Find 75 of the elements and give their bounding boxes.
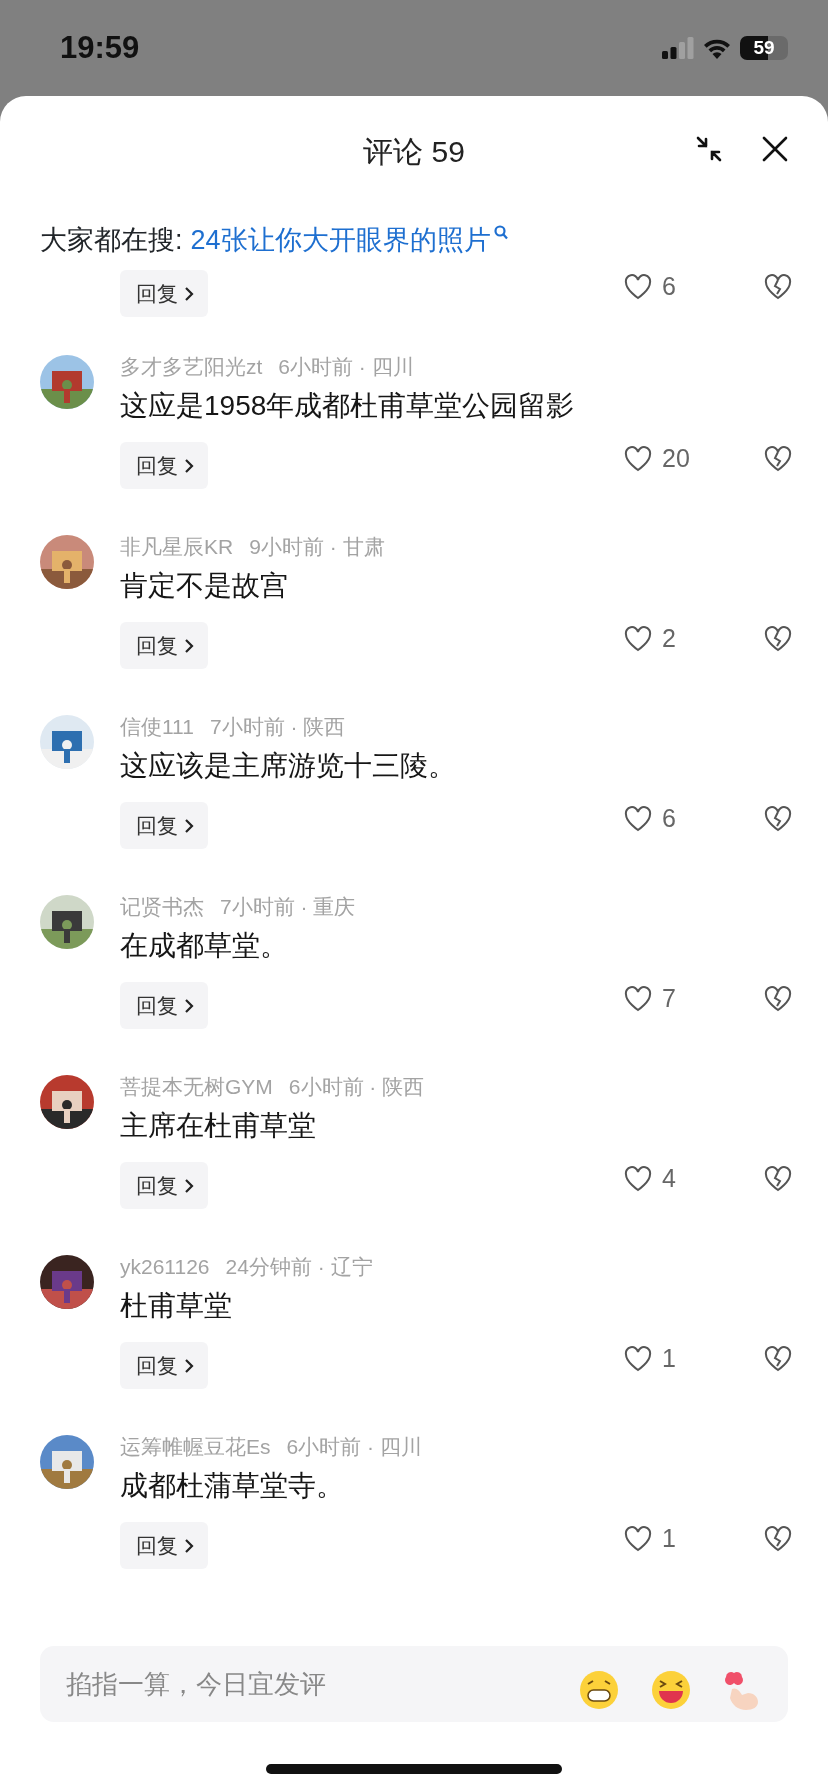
broken-heart-icon[interactable] bbox=[764, 986, 792, 1012]
comment-text: 主席在杜甫草堂 bbox=[120, 1109, 317, 1143]
like-count: 4 bbox=[662, 1163, 677, 1195]
comment-text: 肯定不是故宫 bbox=[120, 569, 289, 603]
input-field[interactable]: 掐指一算，今日宜发评 bbox=[64, 1663, 528, 1705]
username: 菩提本无树GYM bbox=[120, 1074, 273, 1100]
broken-heart-icon[interactable] bbox=[764, 626, 792, 652]
like-count: 6 bbox=[662, 271, 677, 303]
chevron-right-icon bbox=[184, 457, 194, 474]
reply-button[interactable]: 回复 bbox=[120, 622, 208, 669]
wifi-icon bbox=[702, 37, 732, 59]
broken-heart-icon[interactable] bbox=[764, 1166, 792, 1192]
like-count: 6 bbox=[662, 803, 677, 835]
comment-text: 这应该是主席游览十三陵。 bbox=[120, 749, 457, 783]
username: 信使111 bbox=[120, 714, 194, 740]
like-count: 1 bbox=[662, 1343, 677, 1375]
like-count: 2 bbox=[662, 623, 677, 655]
chevron-right-icon bbox=[184, 637, 194, 654]
like-count: 20 bbox=[662, 443, 691, 475]
grin-emoji-icon[interactable] bbox=[578, 1669, 620, 1711]
post-time-location: 6小时前 · 四川 bbox=[286, 1434, 422, 1460]
chevron-right-icon bbox=[184, 1537, 194, 1554]
heart-icon[interactable] bbox=[624, 986, 652, 1012]
heart-icon[interactable] bbox=[624, 446, 652, 472]
close-icon[interactable] bbox=[762, 136, 788, 162]
post-time-location: 6小时前 · 陕西 bbox=[288, 1074, 425, 1100]
broken-heart-icon[interactable] bbox=[764, 1346, 792, 1372]
laugh-emoji-icon[interactable] bbox=[650, 1669, 692, 1711]
comment-text: 这应是1958年成都杜甫草堂公园留影 bbox=[120, 389, 576, 423]
heart-icon[interactable] bbox=[624, 274, 652, 300]
signal-icon bbox=[662, 37, 694, 59]
chevron-right-icon bbox=[184, 1177, 194, 1194]
heart-icon[interactable] bbox=[624, 626, 652, 652]
like-count: 7 bbox=[662, 983, 677, 1015]
battery-indicator: 59 bbox=[740, 36, 788, 60]
heart-icon[interactable] bbox=[624, 806, 652, 832]
collapse-icon[interactable] bbox=[696, 136, 722, 162]
chevron-right-icon bbox=[184, 1357, 194, 1374]
heart-icon[interactable] bbox=[624, 1346, 652, 1372]
trending-search-link[interactable]: 24张让你大开眼界的照片 bbox=[190, 219, 491, 261]
search-label: 大家都在搜: bbox=[40, 224, 183, 257]
comment-text: 成都杜蒲草堂寺。 bbox=[120, 1469, 345, 1503]
username: 非凡星辰KR bbox=[120, 534, 234, 560]
reply-button[interactable]: 回复 bbox=[120, 1342, 208, 1389]
heart-icon[interactable] bbox=[624, 1166, 652, 1192]
post-time-location: 7小时前 · 重庆 bbox=[220, 894, 356, 920]
username: 多才多艺阳光zt bbox=[120, 354, 263, 380]
reply-button[interactable]: 回复 bbox=[120, 802, 208, 849]
sheet-title: 评论 59 bbox=[363, 135, 465, 168]
reply-button[interactable]: 回复 bbox=[120, 1522, 208, 1569]
chevron-right-icon bbox=[184, 285, 194, 302]
comment-text: 在成都草堂。 bbox=[120, 929, 289, 963]
chevron-right-icon bbox=[184, 997, 194, 1014]
reply-button[interactable]: 回复 bbox=[120, 1162, 208, 1209]
username: yk261126 bbox=[120, 1254, 210, 1280]
reply-button[interactable]: 回复 bbox=[120, 270, 208, 317]
heart-icon[interactable] bbox=[624, 1526, 652, 1552]
username: 记贤书杰 bbox=[120, 894, 204, 920]
comment-input-bar[interactable]: 掐指一算，今日宜发评 bbox=[40, 1646, 788, 1722]
post-time-location: 9小时前 · 甘肃 bbox=[249, 534, 385, 560]
reply-button[interactable]: 回复 bbox=[120, 442, 208, 489]
post-time-location: 24分钟前 · 辽宁 bbox=[225, 1254, 373, 1280]
comment-text: 杜甫草堂 bbox=[120, 1289, 233, 1323]
search-icon bbox=[493, 225, 508, 241]
broken-heart-icon[interactable] bbox=[764, 806, 792, 832]
like-count: 1 bbox=[662, 1523, 677, 1555]
post-time-location: 7小时前 · 陕西 bbox=[209, 714, 346, 740]
chevron-right-icon bbox=[184, 817, 194, 834]
post-time-location: 6小时前 · 四川 bbox=[278, 354, 414, 380]
broken-heart-icon[interactable] bbox=[764, 1526, 792, 1552]
broken-heart-icon[interactable] bbox=[764, 274, 792, 300]
reply-button[interactable]: 回复 bbox=[120, 982, 208, 1029]
clock-time: 19:59 bbox=[60, 28, 140, 67]
broken-heart-icon[interactable] bbox=[764, 446, 792, 472]
username: 运筹帷幄豆花Es bbox=[120, 1434, 271, 1460]
